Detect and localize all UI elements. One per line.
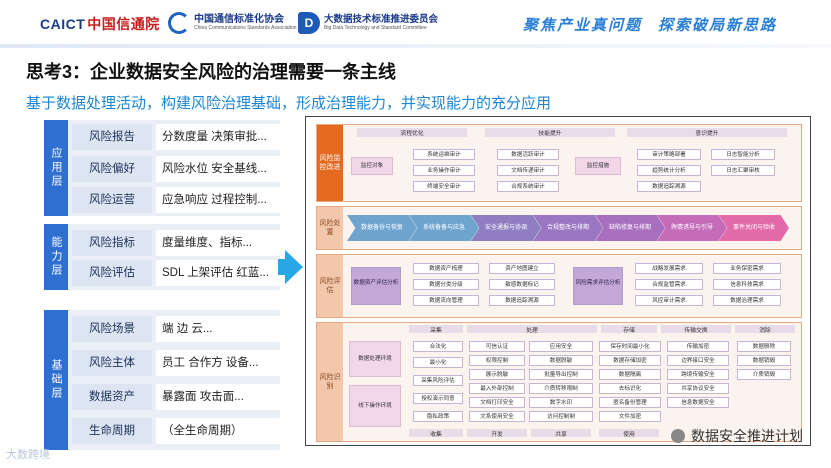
diagram-section-identification: 风险识别 采集 处理 存储 传输交换 消除 数据处理环境 线下操作环境 合法化 … [316, 322, 802, 442]
wechat-icon [671, 429, 685, 443]
diagram-section-monitor: 风险监控改进 流程优化 技能提升 意识提升 监控对象 系统运维审计 业务操作审计… [316, 124, 802, 202]
layer-foundation: 基础层 风险场景端 边 云... 风险主体 员工 合作方 设备... 数据资产 暴露… [44, 310, 296, 450]
page-subtitle: 基于数据处理活动，构建风险治理基础，形成治理能力，并实现能力的充分应用 [26, 95, 552, 112]
bd-d-icon: D [298, 12, 320, 34]
watermark: 数据安全推进计划 [671, 426, 803, 446]
section-label: 风险识别 [317, 323, 343, 441]
right-arrow-icon [285, 250, 303, 284]
caict-logo: CAICT 中国信通院 [40, 16, 160, 32]
layer-capability: 能力层 风险指标 度量维度、指标... 风险评估 SDL 上架评估 红蓝... [44, 224, 296, 290]
diagram-section-disposal: 风险处置 数据备份与恢复 系统备备与应急 安全通报与协调 合规整改与排期 缺陷修… [316, 206, 802, 250]
slogan: 聚焦产业真问题 探索破局新思路 [523, 17, 778, 34]
section-label: 风险监控改进 [317, 125, 343, 201]
layer-application: 应用层 风险报告 分数度量 决策审批... 风险偏好 风险水位 安全基线... 风险… [44, 120, 296, 216]
page-title: 思考3：企业数据安全风险的治理需要一条主线 [26, 62, 397, 82]
section-label: 风险处置 [317, 207, 343, 249]
ccsa-ring-icon [168, 12, 190, 34]
diagram-section-assessment: 风险评估 数据资产评估分析 数据资产梳理 数据分类分级 数据流向管理 资产地图建… [316, 254, 802, 318]
big-data-committee-logo: D 大数据技术标准推进委员会 Big Data Technology and St… [298, 12, 438, 34]
section-label: 风险评估 [317, 255, 343, 317]
ccsa-logo: 中国通信标准化协会 China Communications Standards … [168, 12, 297, 34]
footer-watermark: 大数跨境 [6, 449, 50, 461]
top-header: CAICT 中国信通院 中国通信标准化协会 China Communications… [0, 0, 831, 48]
